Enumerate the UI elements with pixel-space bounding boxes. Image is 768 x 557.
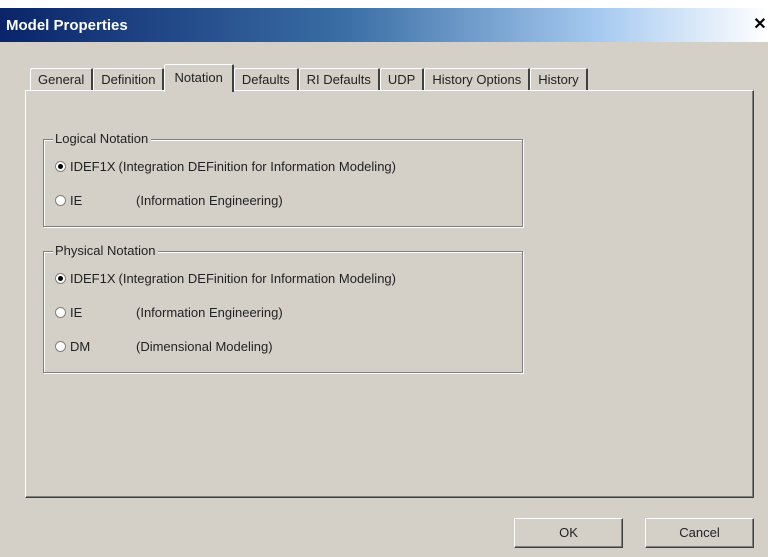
physical-notation-label: Physical Notation [53, 243, 159, 259]
logical-notation-group: Logical Notation IDEF1X (Integration DEF… [43, 131, 523, 227]
radio-button[interactable] [55, 194, 66, 206]
tab-general[interactable]: General [30, 68, 94, 91]
option-code: IE [70, 304, 83, 320]
notation-panel: Logical Notation IDEF1X (Integration DEF… [25, 90, 754, 498]
cancel-button[interactable]: Cancel [645, 518, 754, 548]
radio-button[interactable] [55, 340, 66, 352]
physical-notation-group: Physical Notation IDEF1X (Integration DE… [43, 243, 523, 373]
tab-notation[interactable]: Notation [164, 64, 234, 92]
ok-button[interactable]: OK [514, 518, 623, 548]
tab-history[interactable]: History [530, 68, 588, 91]
physical-ie-option[interactable]: IE (Information Engineering) [55, 303, 283, 321]
option-description: (Integration DEFinition for Information … [118, 158, 396, 174]
model-properties-dialog: Model Properties ✕ General Definition No… [0, 8, 768, 557]
tab-definition[interactable]: Definition [93, 68, 165, 91]
title-bar[interactable]: Model Properties ✕ [0, 8, 768, 42]
tab-history-options[interactable]: History Options [424, 68, 531, 91]
tab-strip: General Definition Notation Defaults RI … [30, 64, 588, 92]
option-code: DM [70, 338, 91, 354]
physical-dm-option[interactable]: DM (Dimensional Modeling) [55, 337, 273, 355]
radio-button-selected[interactable] [55, 272, 66, 284]
option-description: (Information Engineering) [136, 304, 283, 320]
logical-idef1x-option[interactable]: IDEF1X (Integration DEFinition for Infor… [55, 157, 396, 175]
option-description: (Integration DEFinition for Information … [118, 270, 396, 286]
option-description: (Dimensional Modeling) [136, 338, 273, 354]
logical-notation-label: Logical Notation [53, 131, 152, 147]
window-title: Model Properties [6, 17, 128, 34]
option-code: IDEF1X [70, 158, 116, 174]
option-description: (Information Engineering) [136, 192, 283, 208]
tab-udp[interactable]: UDP [379, 68, 425, 91]
option-code: IE [70, 192, 83, 208]
physical-idef1x-option[interactable]: IDEF1X (Integration DEFinition for Infor… [55, 269, 396, 287]
tab-ri-defaults[interactable]: RI Defaults [298, 68, 380, 91]
close-icon[interactable]: ✕ [752, 16, 768, 34]
logical-ie-option[interactable]: IE (Information Engineering) [55, 191, 283, 209]
option-code: IDEF1X [70, 270, 116, 286]
tab-defaults[interactable]: Defaults [233, 68, 299, 91]
radio-button-selected[interactable] [55, 160, 66, 172]
radio-button[interactable] [55, 306, 66, 318]
